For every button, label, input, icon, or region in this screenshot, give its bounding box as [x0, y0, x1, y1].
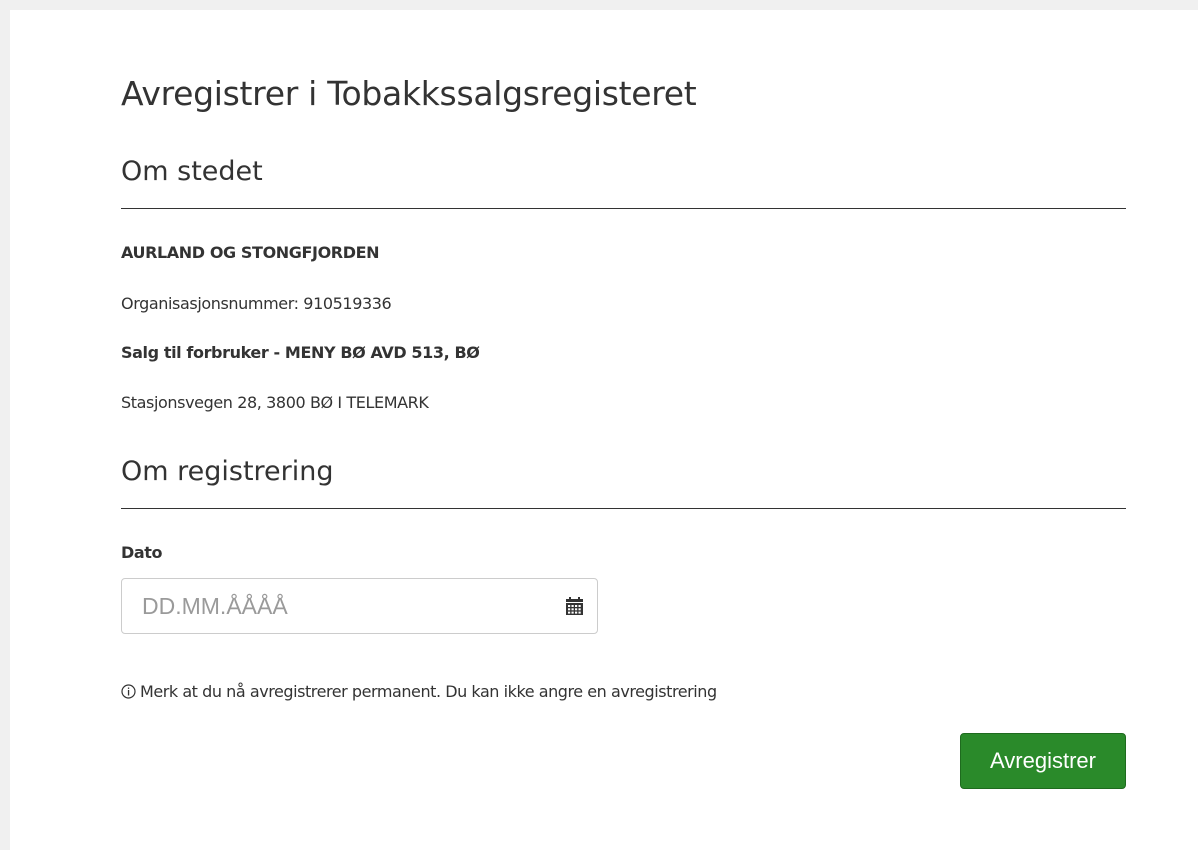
section-divider-registration: [121, 508, 1126, 509]
date-label: Dato: [121, 543, 163, 562]
date-field: [121, 578, 598, 634]
permanent-notice: Merk at du nå avregistrerer permanent. D…: [121, 682, 717, 701]
date-input[interactable]: [122, 579, 542, 633]
address: Stasjonsvegen 28, 3800 BØ I TELEMARK: [121, 393, 429, 412]
org-number: Organisasjonsnummer: 910519336: [121, 294, 392, 313]
section-divider-place: [121, 208, 1126, 209]
section-heading-place: Om stedet: [121, 156, 263, 187]
deregister-button[interactable]: Avregistrer: [960, 733, 1126, 789]
notice-text: Merk at du nå avregistrerer permanent. D…: [140, 682, 717, 701]
company-name: AURLAND OG STONGFJORDEN: [121, 243, 380, 262]
calendar-icon[interactable]: [565, 597, 584, 616]
sale-type: Salg til forbruker - MENY BØ AVD 513, BØ: [121, 343, 480, 362]
page-frame: Avregistrer i Tobakkssalgsregisteret Om …: [0, 0, 1198, 850]
section-heading-registration: Om registrering: [121, 456, 334, 487]
page-title: Avregistrer i Tobakkssalgsregisteret: [121, 74, 697, 113]
info-icon: [121, 684, 136, 699]
